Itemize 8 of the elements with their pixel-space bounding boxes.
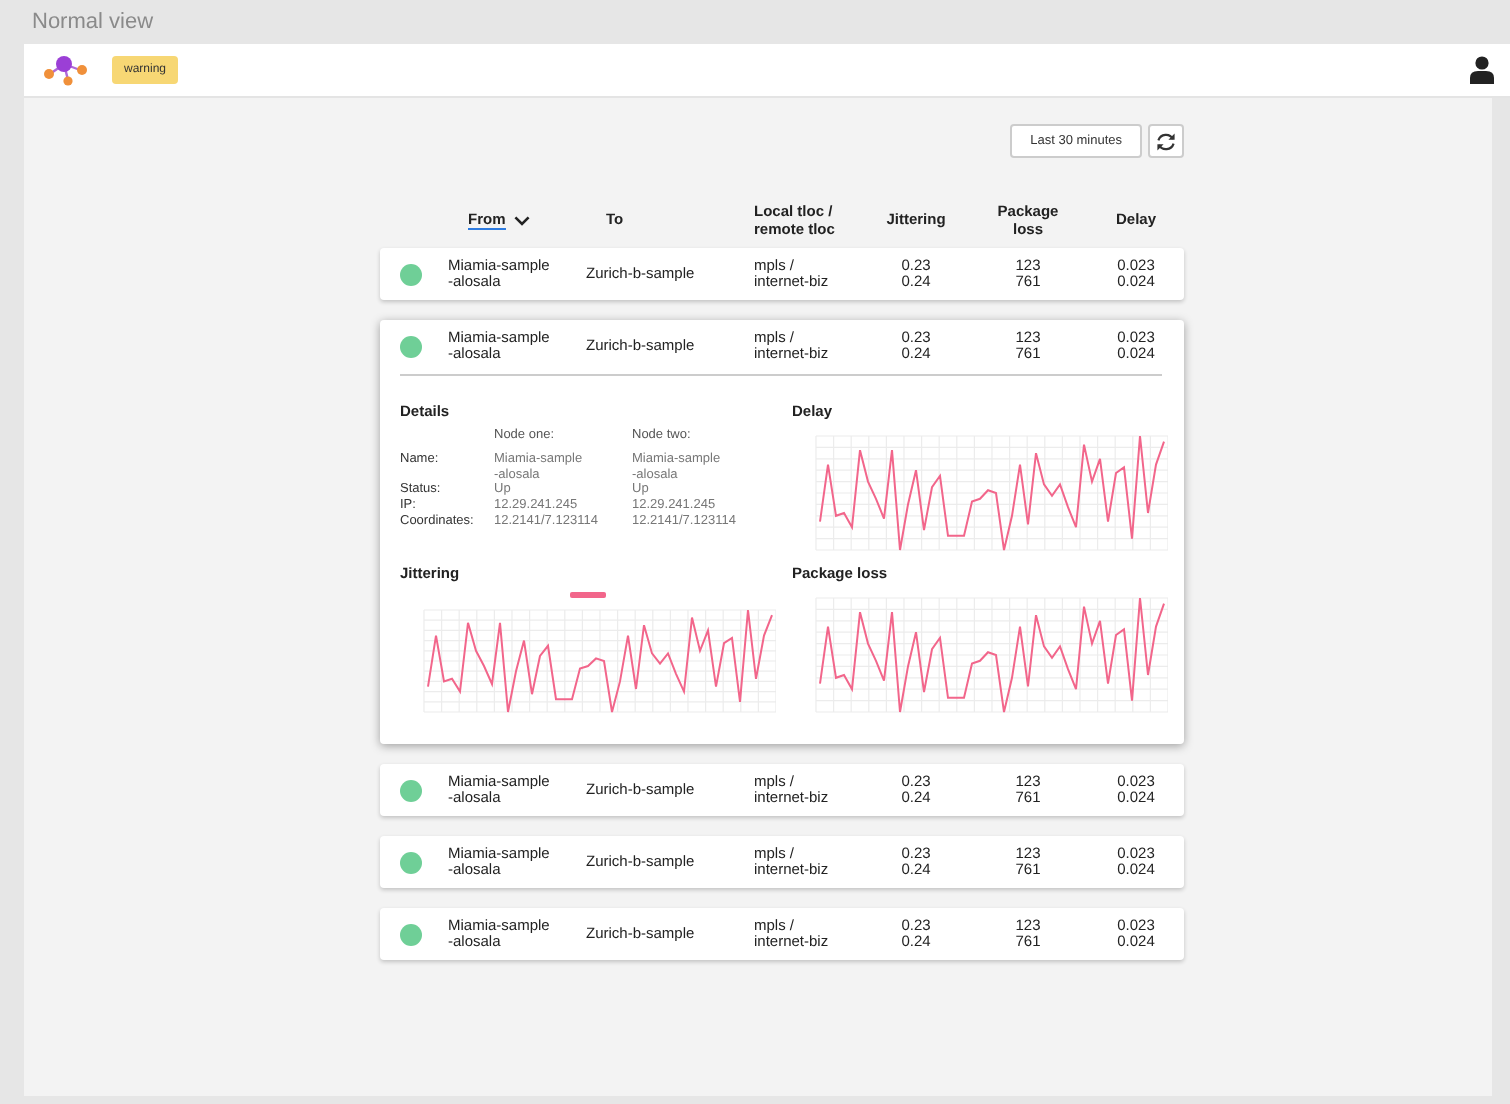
chevron-down-icon	[513, 216, 530, 226]
refresh-button[interactable]	[1148, 124, 1184, 158]
network-logo-icon	[42, 54, 90, 86]
window-title: Normal view	[32, 10, 154, 34]
legend-icon	[570, 592, 606, 598]
user-icon	[1470, 56, 1494, 84]
table-row-card[interactable]	[380, 320, 1184, 744]
refresh-icon	[1156, 131, 1176, 151]
